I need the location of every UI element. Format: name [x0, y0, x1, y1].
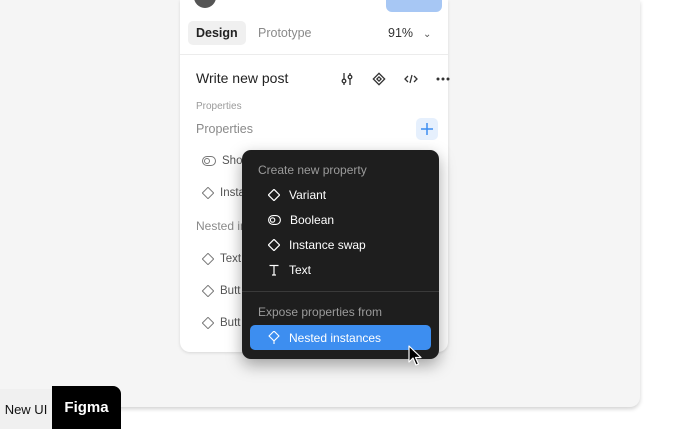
plus-icon	[421, 123, 433, 135]
nested-row-label: Text	[220, 253, 242, 265]
diamond-icon	[202, 187, 214, 199]
component-instance-icon[interactable]	[368, 68, 390, 90]
new-ui-badge: New UI	[0, 389, 52, 429]
nested-row-label: Butt	[220, 317, 241, 329]
diamond-icon	[202, 253, 214, 265]
chevron-down-icon: ⌄	[423, 29, 432, 40]
property-row-boolean[interactable]: Sho	[202, 152, 242, 170]
diamond-icon	[202, 285, 214, 297]
nested-row-text[interactable]: Text	[202, 250, 241, 268]
code-icon[interactable]	[400, 68, 422, 90]
toggle-icon	[268, 215, 281, 225]
tab-prototype[interactable]: Prototype	[250, 21, 320, 45]
add-property-button[interactable]	[416, 118, 438, 140]
menu-item-label: Instance swap	[289, 238, 366, 252]
text-icon	[269, 264, 279, 276]
menu-item-label: Boolean	[290, 213, 335, 227]
component-title: Write new post	[196, 70, 289, 86]
nested-row-label: Butt	[220, 285, 241, 297]
menu-item-label: Nested instances	[289, 330, 382, 345]
nested-instances-label: Nested in	[196, 219, 247, 233]
diamond-icon	[268, 189, 280, 201]
diamond-icon	[268, 239, 280, 251]
menu-item-nested-instances[interactable]: Nested instances	[250, 325, 431, 350]
create-property-header: Create new property	[258, 163, 367, 177]
menu-item-label: Variant	[289, 188, 327, 202]
tab-design[interactable]: Design	[188, 21, 246, 45]
mouse-cursor-icon	[408, 345, 422, 366]
menu-item-label: Text	[289, 263, 312, 277]
avatar[interactable]	[194, 0, 216, 8]
expose-properties-header: Expose properties from	[258, 305, 383, 319]
figma-badge: Figma	[52, 386, 121, 429]
nested-row-button[interactable]: Butt	[202, 282, 240, 300]
zoom-value: 91%	[388, 26, 414, 40]
zoom-dropdown[interactable]: 91% ⌄	[388, 21, 431, 45]
share-button[interactable]	[386, 0, 442, 12]
diamond-icon	[202, 317, 214, 329]
component-actions	[336, 68, 454, 90]
nested-row-button[interactable]: Butt	[202, 314, 240, 332]
properties-caption: Properties	[196, 101, 242, 112]
menu-item-text[interactable]: Text	[268, 260, 311, 280]
more-icon[interactable]	[432, 68, 454, 90]
menu-divider	[242, 291, 439, 292]
menu-item-boolean[interactable]: Boolean	[268, 210, 334, 230]
create-property-menu: Create new property Variant Boolean Inst…	[242, 150, 439, 359]
property-row-label: Sho	[222, 155, 243, 167]
properties-section-label: Properties	[196, 122, 253, 136]
menu-item-instance-swap[interactable]: Instance swap	[268, 235, 366, 255]
nested-instance-icon	[268, 330, 280, 344]
menu-item-variant[interactable]: Variant	[268, 185, 326, 205]
toggle-icon	[202, 156, 216, 166]
adjust-icon[interactable]	[336, 68, 358, 90]
property-row-instance[interactable]: Insta	[202, 184, 245, 202]
divider	[180, 54, 448, 55]
